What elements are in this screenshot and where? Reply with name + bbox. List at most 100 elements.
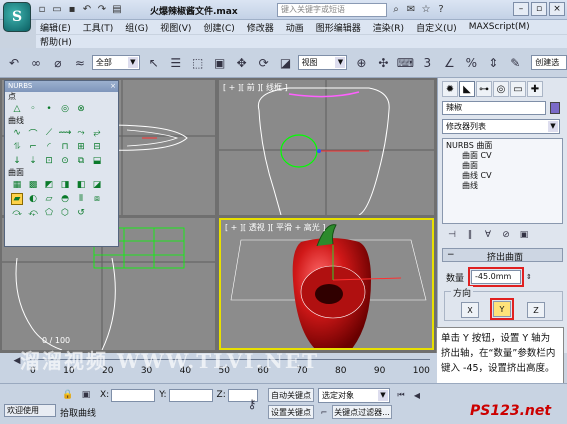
fit-curve-icon[interactable]: ⟋: [43, 127, 55, 139]
modifier-list-dropdown[interactable]: 修改器列表 ▼: [442, 119, 560, 134]
unlink-icon[interactable]: ⌀: [48, 53, 68, 73]
menu-modifiers[interactable]: 修改器: [247, 21, 274, 34]
viewport-front[interactable]: [ + ][ 前 ][ 线框 ]: [219, 80, 434, 215]
extrude-surface-icon[interactable]: ▰: [11, 193, 23, 205]
key-icon[interactable]: ⚷: [242, 394, 262, 414]
save-file-icon[interactable]: ▪: [66, 3, 78, 15]
snaps-toggle-icon[interactable]: 3: [417, 53, 437, 73]
cap-surface-icon[interactable]: ◓: [59, 193, 71, 205]
utilities-tab-icon[interactable]: ✚: [527, 81, 543, 97]
surface-offset-curve-icon[interactable]: ⧉: [75, 155, 87, 167]
search-input[interactable]: 键入关键字或短语: [277, 3, 387, 17]
welcome-field[interactable]: 欢迎使用: [4, 404, 56, 417]
new-file-icon[interactable]: ▫: [36, 3, 48, 15]
redo-icon[interactable]: ↷: [96, 3, 108, 15]
keyboard-shortcut-icon[interactable]: ⌨: [395, 53, 415, 73]
mirror-surface-icon[interactable]: ◪: [91, 179, 103, 191]
go-to-start-icon[interactable]: ⏮: [394, 388, 408, 402]
select-by-name-icon[interactable]: ☰: [166, 53, 186, 73]
mirror-curve-icon[interactable]: ⥮: [11, 141, 23, 153]
pivot-center-icon[interactable]: ⊕: [351, 53, 371, 73]
auto-key-button[interactable]: 自动关键点: [268, 388, 314, 402]
pin-stack-icon[interactable]: ⊣: [444, 228, 460, 242]
minimize-button[interactable]: –: [513, 2, 529, 16]
menu-edit[interactable]: 编辑(E): [40, 21, 71, 34]
menu-views[interactable]: 视图(V): [160, 21, 191, 34]
menu-create[interactable]: 创建(C): [203, 21, 234, 34]
v-iso-curve-icon[interactable]: ⊟: [91, 141, 103, 153]
subscription-icon[interactable]: ✉: [405, 3, 417, 15]
previous-frame-icon[interactable]: ◀: [410, 388, 424, 402]
point-surface-icon[interactable]: ▩: [27, 179, 39, 191]
object-color-swatch[interactable]: [550, 102, 560, 114]
remove-modifier-icon[interactable]: ⊘: [498, 228, 514, 242]
selection-filter-dropdown[interactable]: 全部 ▼: [91, 55, 140, 70]
lathe-surface-icon[interactable]: ◐: [27, 193, 39, 205]
bind-spacewarp-icon[interactable]: ≈: [70, 53, 90, 73]
transform-curve-icon[interactable]: ⟿: [59, 127, 72, 139]
cv-curve-icon[interactable]: ∿: [11, 127, 23, 139]
absolute-mode-icon[interactable]: ▣: [78, 388, 94, 402]
search-icon[interactable]: ⌕: [390, 3, 402, 15]
star-icon[interactable]: ☆: [420, 3, 432, 15]
point-curve-icon[interactable]: ⌒: [27, 127, 39, 140]
link-icon[interactable]: ∞: [26, 53, 46, 73]
nurbs-toolbox-title[interactable]: NURBS ×: [5, 81, 118, 92]
fillet-curve-icon[interactable]: ◜: [43, 141, 55, 153]
2-rail-sweep-icon[interactable]: ⤽: [27, 207, 39, 219]
multicurve-trim-icon[interactable]: ⬡: [59, 207, 71, 219]
create-tab-icon[interactable]: ✹: [442, 81, 458, 97]
viewport-front-label[interactable]: [ + ][ 前 ][ 线框 ]: [223, 82, 288, 93]
restore-button[interactable]: ▫: [531, 2, 547, 16]
spinner-snap-icon[interactable]: ⇕: [483, 53, 503, 73]
axis-x-button[interactable]: X: [461, 302, 479, 318]
fillet-surface-icon[interactable]: ↺: [75, 207, 87, 219]
select-object-icon[interactable]: ↖: [144, 53, 164, 73]
ruled-surface-icon[interactable]: ▱: [43, 193, 55, 205]
vector-projected-curve-icon[interactable]: ⇣: [27, 155, 39, 167]
axis-y-button[interactable]: Y: [493, 301, 511, 317]
close-button[interactable]: ×: [549, 2, 565, 16]
surface-intersection-icon[interactable]: ⊓: [59, 141, 71, 153]
menu-animation[interactable]: 动画: [286, 21, 304, 34]
lock-selection-icon[interactable]: 🔒: [60, 388, 76, 402]
window-crossing-icon[interactable]: ▣: [210, 53, 230, 73]
angle-snap-icon[interactable]: ∠: [439, 53, 459, 73]
u-loft-surface-icon[interactable]: ⫴: [75, 193, 87, 205]
menu-customize[interactable]: 自定义(U): [416, 21, 457, 34]
app-logo[interactable]: S: [3, 2, 31, 32]
stack-item-nurbs-surface[interactable]: NURBS 曲面: [446, 141, 559, 151]
blend-curve-icon[interactable]: ⤳: [75, 127, 87, 139]
menu-tools[interactable]: 工具(T): [83, 21, 114, 34]
chamfer-curve-icon[interactable]: ⌐: [27, 141, 39, 153]
hold-icon[interactable]: ▤: [111, 3, 123, 15]
offset-curve-icon[interactable]: ⥂: [91, 127, 103, 139]
fuse-points-icon[interactable]: ⊗: [75, 103, 87, 115]
rollout-extrude-surface[interactable]: − 挤出曲面: [442, 248, 563, 263]
modifier-stack[interactable]: NURBS 曲面 曲面 CV 曲面 曲线 CV 曲线: [442, 138, 563, 224]
open-file-icon[interactable]: ▭: [51, 3, 63, 15]
scale-icon[interactable]: ◪: [276, 53, 296, 73]
reference-coordinate-dropdown[interactable]: 视图 ▼: [297, 55, 348, 70]
display-tab-icon[interactable]: ▭: [510, 81, 526, 97]
viewport-perspective-label[interactable]: [ + ][ 透视 ][ 平滑 + 高光 ]: [225, 222, 325, 233]
curve-point-icon[interactable]: •: [43, 103, 55, 115]
menu-help[interactable]: 帮助(H): [40, 35, 72, 48]
transform-surface-icon[interactable]: ◩: [43, 179, 55, 191]
stack-item-surface[interactable]: 曲面: [446, 161, 559, 171]
stack-item-surface-cv[interactable]: 曲面 CV: [446, 151, 559, 161]
viewport-perspective[interactable]: [ + ][ 透视 ][ 平滑 + 高光 ]: [219, 218, 434, 350]
multisided-blend-icon[interactable]: ⬠: [43, 207, 55, 219]
object-name-field[interactable]: 辣椒: [442, 101, 546, 115]
set-key-button[interactable]: 设置关键点: [268, 405, 314, 419]
undo-icon[interactable]: ↶: [81, 3, 93, 15]
close-icon[interactable]: ×: [110, 81, 116, 92]
rotate-icon[interactable]: ⟳: [254, 53, 274, 73]
point-curve-on-surface-icon[interactable]: ⊙: [59, 155, 71, 167]
stack-item-curve-cv[interactable]: 曲线 CV: [446, 171, 559, 181]
surface-edge-curve-icon[interactable]: ⬓: [91, 155, 103, 167]
surface-point-icon[interactable]: ◎: [59, 103, 71, 115]
rect-selection-icon[interactable]: ⬚: [188, 53, 208, 73]
axis-z-button[interactable]: Z: [527, 302, 545, 318]
u-iso-curve-icon[interactable]: ⊞: [75, 141, 87, 153]
